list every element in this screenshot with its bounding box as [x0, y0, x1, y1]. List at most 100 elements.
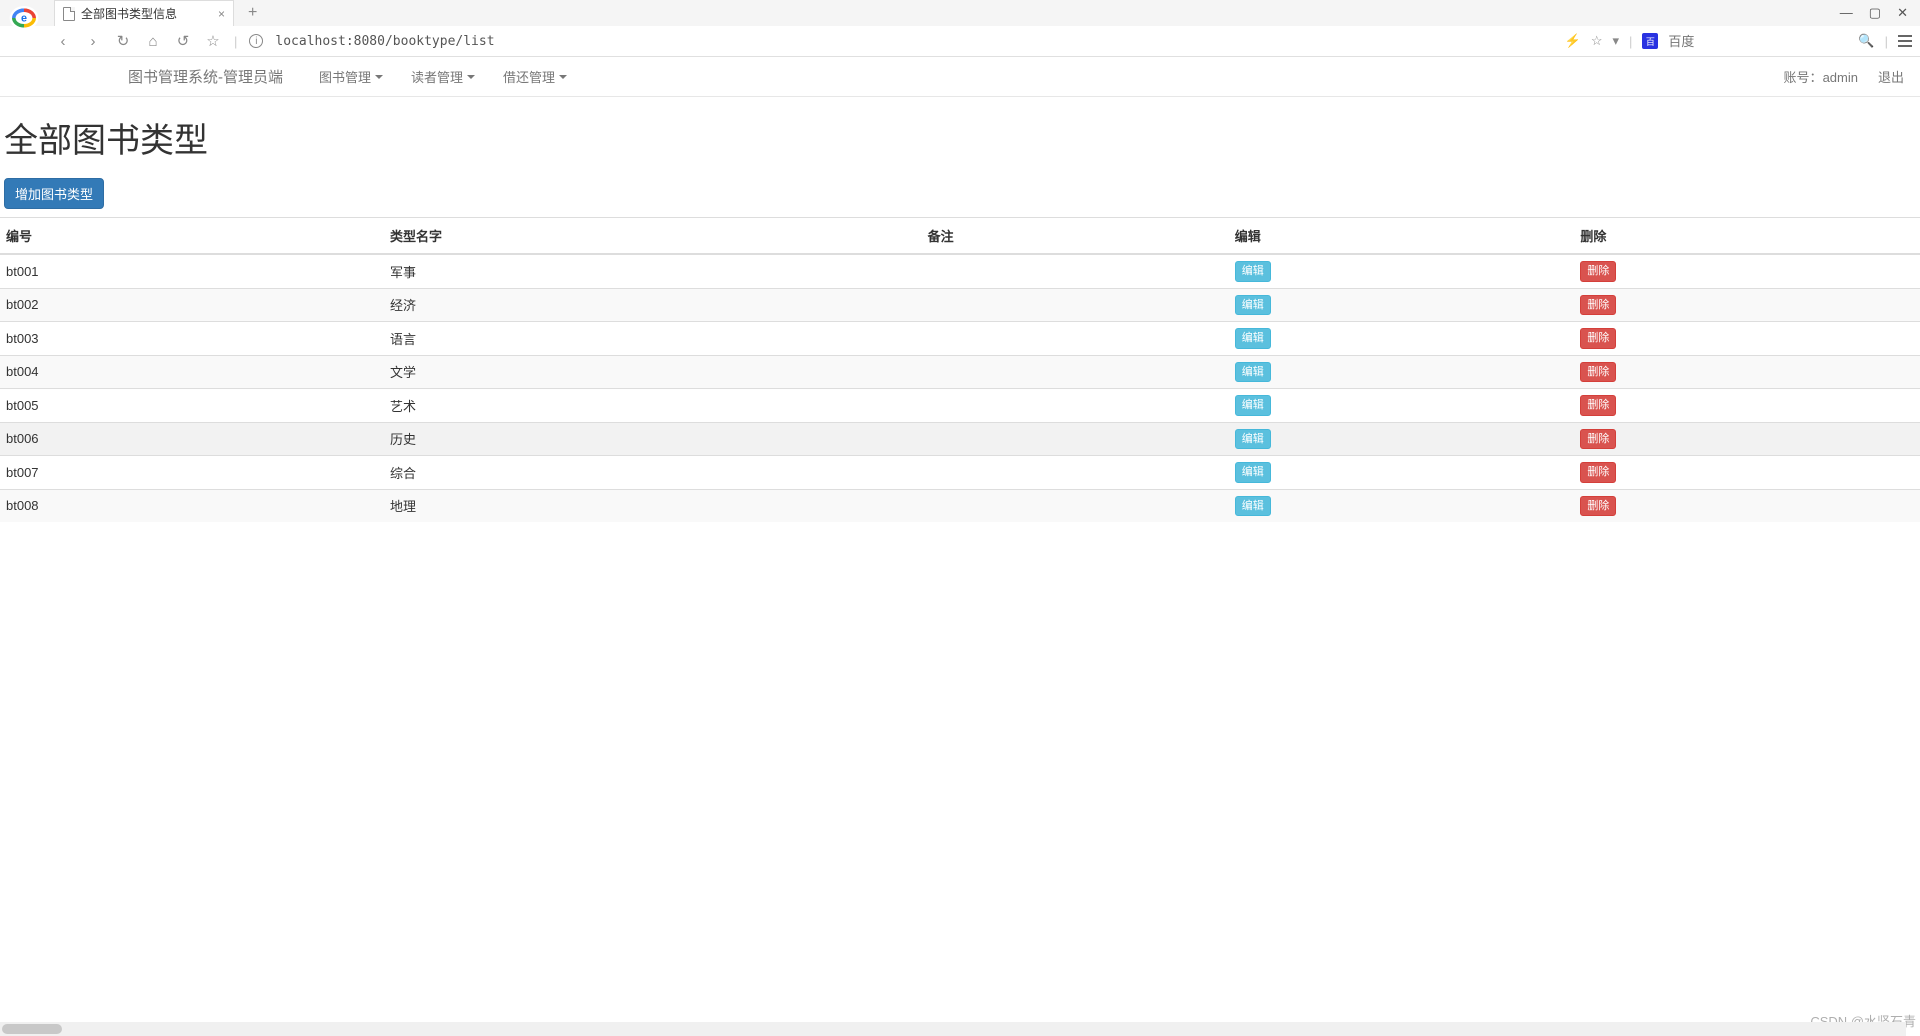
separator: |	[1885, 34, 1888, 49]
back-icon[interactable]: ‹	[54, 33, 72, 50]
cell-edit: 编辑	[1229, 254, 1575, 288]
col-header-id: 编号	[0, 218, 384, 255]
dropdown-caret-icon[interactable]: ▾	[1613, 33, 1620, 49]
cell-remark	[922, 355, 1229, 389]
cell-edit: 编辑	[1229, 322, 1575, 356]
cell-id: bt003	[0, 322, 384, 356]
minimize-icon[interactable]: —	[1840, 5, 1853, 21]
browser-chrome: 全部图书类型信息 × + — ▢ ✕ ‹ › ↻ ⌂ ↺ ☆ | i local…	[0, 0, 1920, 57]
delete-button[interactable]: 删除	[1580, 328, 1616, 349]
nav-menu: 图书管理 读者管理 借还管理	[307, 61, 579, 92]
cell-edit: 编辑	[1229, 288, 1575, 322]
table-row: bt002经济 编辑 删除	[0, 288, 1920, 322]
browser-logo-icon	[10, 6, 39, 30]
table-row: bt008地理编辑删除	[0, 489, 1920, 522]
delete-button[interactable]: 删除	[1580, 462, 1616, 483]
cell-name: 军事	[384, 254, 922, 288]
edit-button[interactable]: 编辑	[1235, 462, 1271, 483]
address-right: ⚡ ☆ ▾ | 百 🔍 |	[1565, 33, 1912, 49]
separator: |	[1629, 34, 1632, 49]
menu-icon[interactable]	[1898, 35, 1912, 47]
delete-button[interactable]: 删除	[1580, 429, 1616, 450]
cell-id: bt001	[0, 254, 384, 288]
cell-delete: 删除	[1574, 456, 1920, 490]
table-row: bt003语言编辑删除	[0, 322, 1920, 356]
nav-item-book[interactable]: 图书管理	[307, 61, 395, 92]
cell-remark	[922, 254, 1229, 288]
separator: |	[234, 34, 237, 49]
edit-button[interactable]: 编辑	[1235, 295, 1271, 316]
delete-button[interactable]: 删除	[1580, 362, 1616, 383]
home-icon[interactable]: ⌂	[144, 33, 162, 50]
account-label[interactable]: 账号：admin	[1784, 67, 1858, 86]
app-navbar: 图书管理系统-管理员端 图书管理 读者管理 借还管理 账号：admin 退出	[0, 57, 1920, 97]
nav-item-reader[interactable]: 读者管理	[399, 61, 487, 92]
cell-delete: 删除	[1574, 389, 1920, 423]
search-icon[interactable]: 🔍	[1858, 33, 1874, 49]
cell-name: 经济	[384, 288, 922, 322]
reload-icon[interactable]: ↻	[114, 32, 132, 50]
col-header-name: 类型名字	[384, 218, 922, 255]
page-content: 全部图书类型 增加图书类型 编号 类型名字 备注 编辑 删除 bt001军事编辑…	[0, 113, 1920, 522]
cell-name: 历史	[384, 422, 922, 456]
browser-tab[interactable]: 全部图书类型信息 ×	[54, 0, 234, 26]
undo-icon[interactable]: ↺	[174, 32, 192, 50]
cell-remark	[922, 389, 1229, 423]
table-row: bt006历史 编辑 删除	[0, 422, 1920, 456]
new-tab-button[interactable]: +	[242, 4, 263, 22]
table-header-row: 编号 类型名字 备注 编辑 删除	[0, 218, 1920, 255]
forward-icon[interactable]: ›	[84, 33, 102, 50]
cell-id: bt006	[0, 422, 384, 456]
maximize-icon[interactable]: ▢	[1869, 5, 1881, 21]
chevron-down-icon	[467, 75, 475, 79]
horizontal-scrollbar[interactable]	[0, 1022, 1906, 1036]
tab-strip: 全部图书类型信息 × + — ▢ ✕	[0, 0, 1920, 26]
logout-link[interactable]: 退出	[1878, 67, 1904, 86]
book-type-table: 编号 类型名字 备注 编辑 删除 bt001军事编辑删除bt002经济编辑删除b…	[0, 217, 1920, 522]
edit-button[interactable]: 编辑	[1235, 496, 1271, 517]
table-row: bt007综合 编辑 删除	[0, 456, 1920, 490]
edit-button[interactable]: 编辑	[1235, 362, 1271, 383]
table-row: bt005艺术编辑删除	[0, 389, 1920, 423]
cell-remark	[922, 422, 1229, 456]
nav-label: 借还管理	[503, 67, 555, 86]
delete-button[interactable]: 删除	[1580, 295, 1616, 316]
edit-button[interactable]: 编辑	[1235, 328, 1271, 349]
edit-button[interactable]: 编辑	[1235, 261, 1271, 282]
star-icon[interactable]: ☆	[204, 32, 222, 50]
cell-id: bt008	[0, 489, 384, 522]
nav-item-borrow[interactable]: 借还管理	[491, 61, 579, 92]
col-header-delete: 删除	[1574, 218, 1920, 255]
cell-remark	[922, 322, 1229, 356]
address-bar[interactable]: localhost:8080/booktype/list	[275, 34, 1552, 49]
site-info-icon[interactable]: i	[249, 34, 263, 48]
cell-delete: 删除	[1574, 355, 1920, 389]
nav-label: 图书管理	[319, 67, 371, 86]
cell-id: bt007	[0, 456, 384, 490]
cell-id: bt004	[0, 355, 384, 389]
add-book-type-button[interactable]: 增加图书类型	[4, 178, 104, 209]
cell-edit: 编辑	[1229, 456, 1575, 490]
edit-button[interactable]: 编辑	[1235, 395, 1271, 416]
cell-name: 艺术	[384, 389, 922, 423]
nav-label: 读者管理	[411, 67, 463, 86]
baidu-icon[interactable]: 百	[1642, 33, 1658, 49]
search-input[interactable]	[1668, 34, 1848, 49]
cell-name: 综合	[384, 456, 922, 490]
table-row: bt001军事 编辑 删除	[0, 254, 1920, 288]
close-tab-icon[interactable]: ×	[218, 7, 225, 21]
delete-button[interactable]: 删除	[1580, 496, 1616, 517]
cell-edit: 编辑	[1229, 355, 1575, 389]
cell-delete: 删除	[1574, 422, 1920, 456]
cell-delete: 删除	[1574, 288, 1920, 322]
address-bar-row: ‹ › ↻ ⌂ ↺ ☆ | i localhost:8080/booktype/…	[0, 26, 1920, 56]
brand-title[interactable]: 图书管理系统-管理员端	[128, 66, 283, 87]
nav-right: 账号：admin 退出	[1784, 67, 1904, 86]
edit-button[interactable]: 编辑	[1235, 429, 1271, 450]
delete-button[interactable]: 删除	[1580, 395, 1616, 416]
close-window-icon[interactable]: ✕	[1897, 5, 1908, 21]
lightning-icon[interactable]: ⚡	[1565, 33, 1581, 49]
bookmark-star-icon[interactable]: ☆	[1591, 33, 1603, 49]
cell-id: bt002	[0, 288, 384, 322]
delete-button[interactable]: 删除	[1580, 261, 1616, 282]
